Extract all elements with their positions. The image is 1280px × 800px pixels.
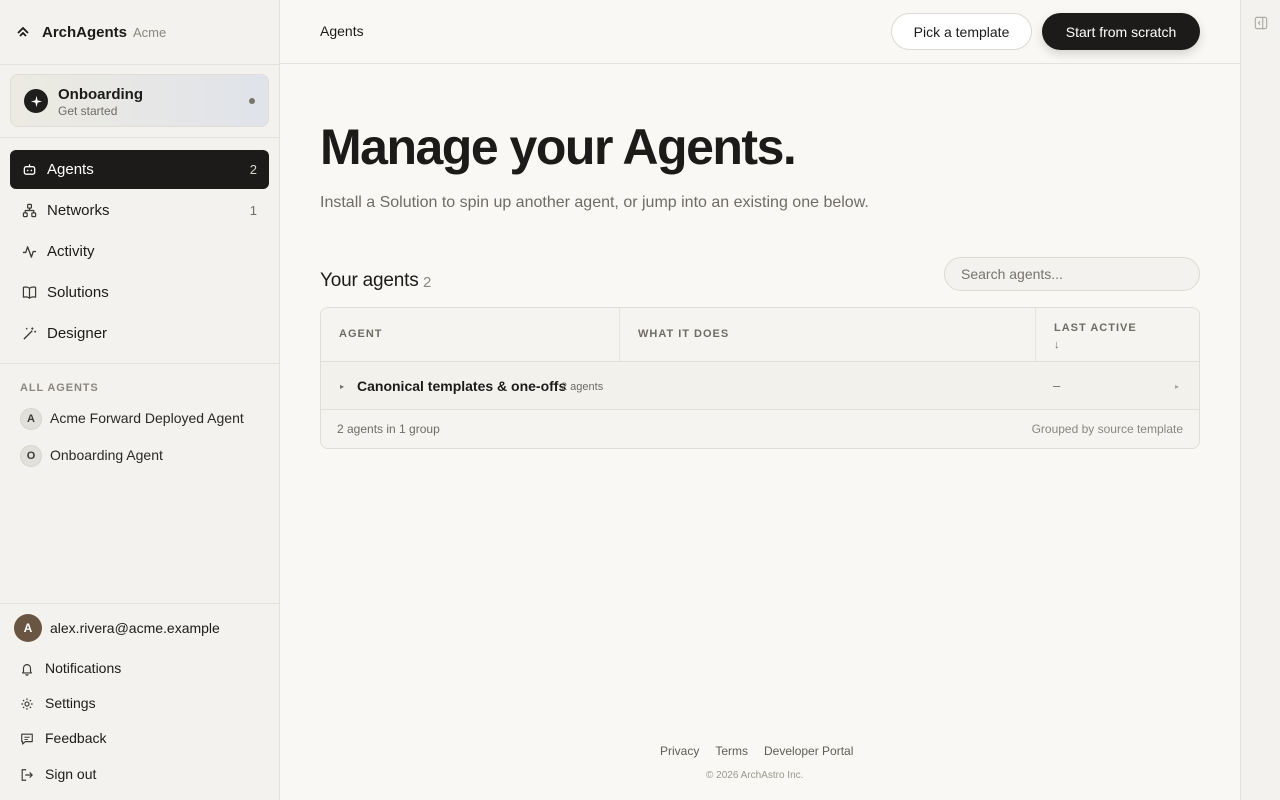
sign-out-label: Sign out (45, 766, 97, 782)
search-input[interactable] (944, 257, 1200, 291)
column-header-agent[interactable]: AGENT (339, 328, 383, 340)
feedback-link[interactable]: Feedback (20, 728, 270, 750)
divider (0, 363, 279, 364)
sidebar-item-label: Activity (47, 243, 95, 260)
brand[interactable]: ArchAgents Acme (16, 22, 166, 42)
sparkle-icon (24, 89, 48, 113)
agent-name: Onboarding Agent (50, 447, 163, 463)
last-active-label: LAST ACTIVE (1054, 322, 1137, 334)
panel-toggle-icon[interactable] (1254, 16, 1268, 30)
table-grouping-note: Grouped by source template (1031, 422, 1183, 436)
onboarding-card[interactable]: Onboarding Get started (10, 74, 269, 127)
brand-name: ArchAgents (42, 23, 128, 41)
status-dot (249, 98, 255, 104)
sidebar-item-agents[interactable]: Agents 2 (10, 150, 269, 189)
onboarding-title: Onboarding (58, 86, 143, 103)
sidebar-item-label: Designer (47, 325, 108, 342)
onboarding-subtitle: Get started (58, 104, 118, 118)
group-count-badge: 2 agents (561, 381, 604, 393)
table-summary: 2 agents in 1 group (337, 422, 440, 436)
sidebar-agent-onboarding[interactable]: O Onboarding Agent (20, 444, 270, 468)
terms-link[interactable]: Terms (715, 744, 748, 758)
top-bar: Agents Pick a template Start from scratc… (280, 0, 1240, 64)
avatar: A (14, 614, 42, 642)
table-row-group[interactable]: ▸ Canonical templates & one-offs 2 agent… (321, 362, 1199, 409)
right-rail (1240, 0, 1280, 800)
book-icon (22, 286, 37, 299)
page-title: Agents (320, 23, 364, 39)
bell-icon (22, 664, 32, 676)
sidebar-item-activity[interactable]: Activity (10, 232, 269, 271)
agents-list-count: 2 (423, 274, 432, 291)
notifications-link[interactable]: Notifications (20, 658, 270, 680)
user-email: alex.rivera@acme.example (50, 620, 220, 636)
sidebar-item-count: 1 (249, 203, 257, 218)
column-header-what-it-does[interactable]: WHAT IT DOES (638, 328, 729, 340)
sidebar-item-label: Solutions (47, 284, 109, 301)
user-menu[interactable]: A alex.rivera@acme.example (14, 614, 269, 642)
gear-icon (21, 698, 33, 710)
settings-label: Settings (45, 695, 96, 711)
chevron-up-logo-icon (17, 26, 29, 37)
copyright: © 2026 ArchAstro Inc. (706, 770, 804, 781)
sidebar-item-networks[interactable]: Networks 1 (10, 191, 269, 230)
sidebar-item-solutions[interactable]: Solutions (10, 273, 269, 312)
avatar: O (20, 445, 42, 467)
sort-arrow-icon: ↓ (1054, 339, 1061, 351)
hero-subtitle: Install a Solution to spin up another ag… (320, 194, 869, 211)
all-agents-heading: ALL AGENTS (20, 382, 99, 394)
robot-icon (23, 164, 36, 175)
sign-out-link[interactable]: Sign out (20, 764, 270, 786)
privacy-link[interactable]: Privacy (660, 744, 699, 758)
settings-link[interactable]: Settings (20, 693, 270, 715)
hero-title: Manage your Agents. (320, 119, 797, 175)
feedback-label: Feedback (45, 730, 107, 746)
start-from-scratch-button[interactable]: Start from scratch (1042, 13, 1200, 50)
expand-caret-icon: ▸ (340, 382, 345, 391)
wand-icon (23, 327, 37, 340)
footer-links: Privacy Terms Developer Portal (660, 744, 853, 758)
org-name: Acme (133, 24, 167, 40)
sidebar-agent-acme-forward-deployed[interactable]: A Acme Forward Deployed Agent (20, 407, 270, 431)
sidebar-item-label: Networks (47, 202, 110, 219)
sidebar-item-count: 2 (249, 162, 257, 177)
divider (0, 603, 279, 604)
row-chevron-icon: ▸ (1175, 382, 1180, 391)
divider (321, 409, 1199, 410)
divider (0, 137, 279, 138)
sidebar: ArchAgents Acme Onboarding Get started A… (0, 0, 280, 800)
activity-icon (22, 246, 37, 258)
column-divider (1035, 308, 1036, 362)
column-header-last-active[interactable]: LAST ACTIVE ↓ (1054, 320, 1137, 354)
column-divider (619, 308, 620, 362)
avatar: A (20, 408, 42, 430)
pick-template-button[interactable]: Pick a template (891, 13, 1032, 50)
agents-table: AGENT WHAT IT DOES LAST ACTIVE ↓ ▸ Canon… (320, 307, 1200, 449)
group-last-active: – (1053, 378, 1061, 393)
notifications-label: Notifications (45, 660, 122, 676)
developer-portal-link[interactable]: Developer Portal (764, 744, 853, 758)
sign-out-icon (21, 769, 33, 781)
divider (0, 64, 279, 65)
message-icon (21, 733, 33, 745)
network-icon (22, 203, 37, 218)
agents-list-title: Your agents (320, 270, 419, 291)
agent-name: Acme Forward Deployed Agent (50, 410, 244, 426)
sidebar-item-label: Agents (47, 161, 94, 178)
group-name: Canonical templates & one-offs (357, 378, 567, 394)
sidebar-item-designer[interactable]: Designer (10, 314, 269, 353)
